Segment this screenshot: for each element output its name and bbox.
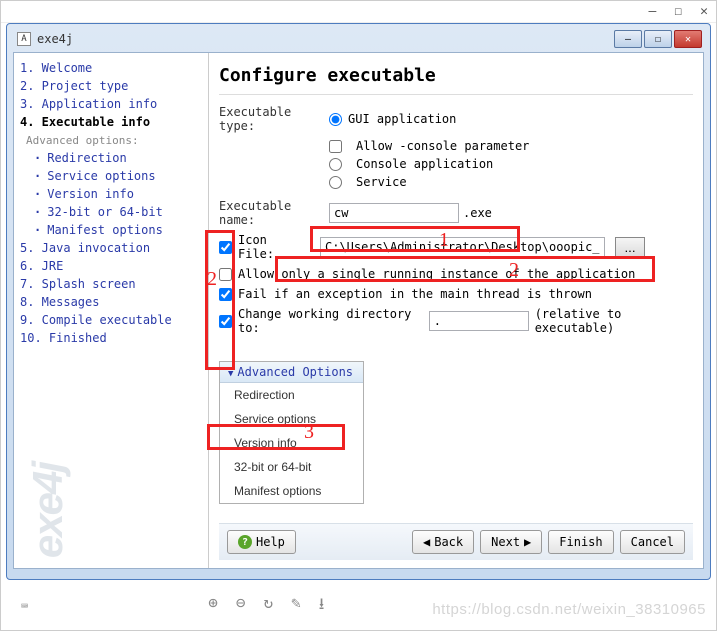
wizard-step[interactable]: 6. JRE bbox=[16, 257, 206, 275]
radio-service[interactable] bbox=[329, 176, 342, 189]
radio-service-label: Service bbox=[356, 175, 407, 189]
radio-gui[interactable] bbox=[329, 113, 342, 126]
maximize-button[interactable]: ☐ bbox=[644, 30, 672, 48]
change-dir-label: Change working directory to: bbox=[238, 307, 423, 335]
app-window: A exe4j — ☐ ✕ 1. Welcome2. Project type3… bbox=[6, 23, 711, 580]
outer-window-controls: — ☐ ✕ bbox=[1, 1, 716, 23]
checkbox-change-dir[interactable] bbox=[219, 315, 232, 328]
device-icon[interactable]: ⌨ bbox=[21, 599, 28, 613]
outer-close-icon[interactable]: ✕ bbox=[700, 4, 708, 19]
executable-ext: .exe bbox=[463, 206, 492, 220]
window-title: exe4j bbox=[37, 32, 73, 46]
advanced-options-label: Advanced options: bbox=[16, 131, 206, 149]
wizard-step[interactable]: 5. Java invocation bbox=[16, 239, 206, 257]
wizard-sidebar: 1. Welcome2. Project type3. Application … bbox=[14, 53, 209, 568]
wizard-substep[interactable]: 32-bit or 64-bit bbox=[16, 203, 206, 221]
wizard-substep[interactable]: Manifest options bbox=[16, 221, 206, 239]
radio-console[interactable] bbox=[329, 158, 342, 171]
advanced-option-item[interactable]: Manifest options bbox=[220, 479, 363, 503]
wizard-step[interactable]: 8. Messages bbox=[16, 293, 206, 311]
executable-name-label: Executable name: bbox=[219, 199, 329, 227]
radio-gui-label: GUI application bbox=[348, 112, 456, 126]
help-button[interactable]: ? Help bbox=[227, 530, 296, 554]
close-button[interactable]: ✕ bbox=[674, 30, 702, 48]
advanced-option-item[interactable]: Service options bbox=[220, 407, 363, 431]
executable-type-label: Executable type: bbox=[219, 105, 329, 133]
checkbox-fail-exception[interactable] bbox=[219, 288, 232, 301]
single-instance-label: Allow only a single running instance of … bbox=[238, 267, 635, 281]
advanced-options-header[interactable]: Advanced Options bbox=[220, 362, 363, 383]
fail-exception-label: Fail if an exception in the main thread … bbox=[238, 287, 592, 301]
browse-icon-button[interactable]: ... bbox=[615, 237, 645, 257]
annotation-number: 2 bbox=[207, 268, 217, 291]
wizard-step[interactable]: 2. Project type bbox=[16, 77, 206, 95]
wizard-step[interactable]: 10. Finished bbox=[16, 329, 206, 347]
radio-console-label: Console application bbox=[356, 157, 493, 171]
advanced-option-item[interactable]: Redirection bbox=[220, 383, 363, 407]
zoom-out-icon[interactable]: ⊖ bbox=[236, 593, 246, 620]
wizard-step[interactable]: 3. Application info bbox=[16, 95, 206, 113]
wizard-substep[interactable]: Redirection bbox=[16, 149, 206, 167]
app-icon: A bbox=[17, 32, 31, 46]
outer-maximize-icon[interactable]: ☐ bbox=[674, 4, 682, 19]
advanced-options-dropdown: Advanced Options RedirectionService opti… bbox=[219, 361, 364, 504]
wizard-substep[interactable]: Version info bbox=[16, 185, 206, 203]
back-button[interactable]: ◀ Back bbox=[412, 530, 474, 554]
executable-name-input[interactable] bbox=[329, 203, 459, 223]
wizard-step[interactable]: 1. Welcome bbox=[16, 59, 206, 77]
checkbox-icon-file[interactable] bbox=[219, 241, 232, 254]
cancel-button[interactable]: Cancel bbox=[620, 530, 685, 554]
next-button[interactable]: Next ▶ bbox=[480, 530, 542, 554]
change-dir-suffix: (relative to executable) bbox=[535, 307, 693, 335]
outer-minimize-icon[interactable]: — bbox=[649, 4, 657, 19]
page-title: Configure executable bbox=[219, 61, 693, 95]
brand-logo: exe4j bbox=[24, 463, 72, 558]
wizard-step[interactable]: 9. Compile executable bbox=[16, 311, 206, 329]
advanced-option-item[interactable]: 32-bit or 64-bit bbox=[220, 455, 363, 479]
help-icon: ? bbox=[238, 535, 252, 549]
wizard-step[interactable]: 4. Executable info bbox=[16, 113, 206, 131]
edit-icon[interactable]: ✎ bbox=[291, 593, 301, 620]
zoom-in-icon[interactable]: ⊕ bbox=[208, 593, 218, 620]
checkbox-single-instance[interactable] bbox=[219, 268, 232, 281]
download-icon[interactable]: ⭳ bbox=[319, 593, 325, 620]
icon-file-input[interactable] bbox=[320, 237, 605, 257]
wizard-substep[interactable]: Service options bbox=[16, 167, 206, 185]
reset-icon[interactable]: ↻ bbox=[264, 593, 274, 620]
wizard-step[interactable]: 7. Splash screen bbox=[16, 275, 206, 293]
minimize-button[interactable]: — bbox=[614, 30, 642, 48]
watermark: https://blog.csdn.net/weixin_38310965 bbox=[432, 601, 706, 618]
icon-file-label: Icon File: bbox=[238, 233, 298, 261]
advanced-option-item[interactable]: Version info bbox=[220, 431, 363, 455]
checkbox-console-param[interactable] bbox=[329, 140, 342, 153]
main-panel: Configure executable Executable type: GU… bbox=[209, 53, 703, 568]
change-dir-input[interactable] bbox=[429, 311, 529, 331]
finish-button[interactable]: Finish bbox=[548, 530, 613, 554]
checkbox-console-param-label: Allow -console parameter bbox=[356, 139, 529, 153]
